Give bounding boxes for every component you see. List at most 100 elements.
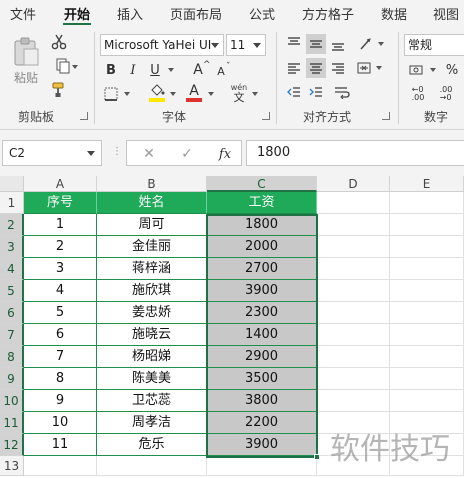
column-header-c[interactable]: C (207, 176, 317, 192)
increase-decimal-button[interactable]: ←0.00 (406, 84, 430, 104)
table-cell[interactable]: 蒋梓涵 (97, 258, 207, 280)
table-cell[interactable]: 6 (24, 324, 97, 346)
select-all-corner[interactable] (0, 176, 24, 192)
empty-cell[interactable] (390, 258, 464, 280)
formula-input[interactable]: 1800 (246, 140, 464, 166)
insert-function-icon[interactable]: fx (213, 145, 237, 163)
merge-center-button[interactable] (354, 58, 374, 78)
fill-handle[interactable] (314, 454, 320, 460)
italic-button[interactable]: I (124, 60, 142, 80)
empty-cell[interactable] (390, 192, 464, 214)
table-header-cell[interactable]: 工资 (207, 192, 317, 214)
empty-cell[interactable] (317, 192, 390, 214)
table-cell[interactable]: 姜忠娇 (97, 302, 207, 324)
tab-page-layout[interactable]: 页面布局 (170, 4, 222, 23)
clipboard-launcher-icon[interactable] (80, 112, 88, 120)
table-cell[interactable]: 危乐 (97, 434, 207, 456)
table-cell[interactable]: 3800 (207, 390, 317, 412)
format-painter-button[interactable] (48, 80, 70, 100)
table-cell[interactable]: 2700 (207, 258, 317, 280)
empty-cell[interactable] (390, 324, 464, 346)
empty-cell[interactable] (317, 236, 390, 258)
percent-style-button[interactable]: % (440, 60, 464, 80)
align-bottom-button[interactable] (328, 34, 348, 54)
table-cell[interactable]: 4 (24, 280, 97, 302)
table-cell[interactable]: 3900 (207, 280, 317, 302)
table-cell[interactable]: 卫芯蕊 (97, 390, 207, 412)
table-cell[interactable]: 陈美美 (97, 368, 207, 390)
table-cell[interactable]: 1800 (207, 214, 317, 236)
chevron-down-icon[interactable] (208, 92, 214, 96)
empty-cell[interactable] (317, 280, 390, 302)
table-cell[interactable]: 2200 (207, 412, 317, 434)
table-cell[interactable]: 8 (24, 368, 97, 390)
increase-indent-button[interactable] (306, 82, 326, 102)
row-header[interactable]: 12 (0, 434, 24, 456)
chevron-down-icon[interactable] (170, 92, 176, 96)
table-cell[interactable]: 杨昭娣 (97, 346, 207, 368)
empty-cell[interactable] (207, 456, 317, 476)
row-header[interactable]: 6 (0, 302, 24, 324)
chevron-down-icon[interactable] (376, 66, 382, 70)
tab-home[interactable]: 开始 (64, 4, 90, 23)
table-cell[interactable]: 1 (24, 214, 97, 236)
tab-data[interactable]: 数据 (381, 4, 407, 23)
paste-button[interactable]: 粘贴 (8, 34, 44, 88)
name-box[interactable]: C2 (2, 140, 102, 166)
table-cell[interactable]: 2 (24, 236, 97, 258)
bold-button[interactable]: B (102, 60, 120, 80)
row-header[interactable]: 4 (0, 258, 24, 280)
chevron-down-icon[interactable] (378, 42, 384, 46)
empty-cell[interactable] (390, 302, 464, 324)
underline-dropdown-icon[interactable] (168, 68, 174, 72)
empty-cell[interactable] (97, 456, 207, 476)
accounting-format-button[interactable] (406, 60, 428, 80)
empty-cell[interactable] (317, 324, 390, 346)
empty-cell[interactable] (390, 368, 464, 390)
table-cell[interactable]: 1400 (207, 324, 317, 346)
font-name-select[interactable]: Microsoft YaHei UI (100, 34, 224, 56)
table-cell[interactable]: 10 (24, 412, 97, 434)
empty-cell[interactable] (317, 258, 390, 280)
table-cell[interactable]: 2000 (207, 236, 317, 258)
tab-formulas[interactable]: 公式 (249, 4, 275, 23)
table-header-cell[interactable]: 姓名 (97, 192, 207, 214)
align-middle-button[interactable] (306, 34, 326, 54)
empty-cell[interactable] (317, 368, 390, 390)
underline-button[interactable]: U (146, 60, 164, 80)
phonetic-button[interactable]: wén 文 (228, 82, 250, 104)
decrease-decimal-button[interactable]: .00 →0 (434, 84, 458, 104)
table-cell[interactable]: 周可 (97, 214, 207, 236)
decrease-indent-button[interactable] (284, 82, 304, 102)
row-header[interactable]: 5 (0, 280, 24, 302)
empty-cell[interactable] (390, 280, 464, 302)
empty-cell[interactable] (24, 456, 97, 476)
orientation-button[interactable] (354, 34, 380, 54)
tab-file[interactable]: 文件 (10, 4, 36, 23)
cut-button[interactable] (48, 32, 70, 52)
empty-cell[interactable] (317, 346, 390, 368)
borders-button[interactable] (102, 84, 120, 104)
table-header-cell[interactable]: 序号 (24, 192, 97, 214)
empty-cell[interactable] (390, 236, 464, 258)
tab-insert[interactable]: 插入 (117, 4, 143, 23)
table-cell[interactable]: 2300 (207, 302, 317, 324)
empty-cell[interactable] (317, 302, 390, 324)
empty-cell[interactable] (390, 390, 464, 412)
row-header[interactable]: 2 (0, 214, 24, 236)
tab-fangfang[interactable]: 方方格子 (302, 4, 354, 23)
row-header[interactable]: 8 (0, 346, 24, 368)
row-header[interactable]: 13 (0, 456, 24, 476)
tab-view[interactable]: 视图 (433, 4, 459, 23)
column-header-b[interactable]: B (97, 176, 207, 192)
table-cell[interactable]: 11 (24, 434, 97, 456)
align-left-button[interactable] (284, 58, 304, 78)
column-header-a[interactable]: A (24, 176, 97, 192)
drag-handle-icon[interactable]: ⋮ (112, 146, 122, 157)
fill-color-button[interactable] (146, 82, 168, 104)
empty-cell[interactable] (317, 214, 390, 236)
row-header[interactable]: 3 (0, 236, 24, 258)
table-cell[interactable]: 施晓云 (97, 324, 207, 346)
align-center-button[interactable] (306, 58, 326, 78)
empty-cell[interactable] (317, 390, 390, 412)
